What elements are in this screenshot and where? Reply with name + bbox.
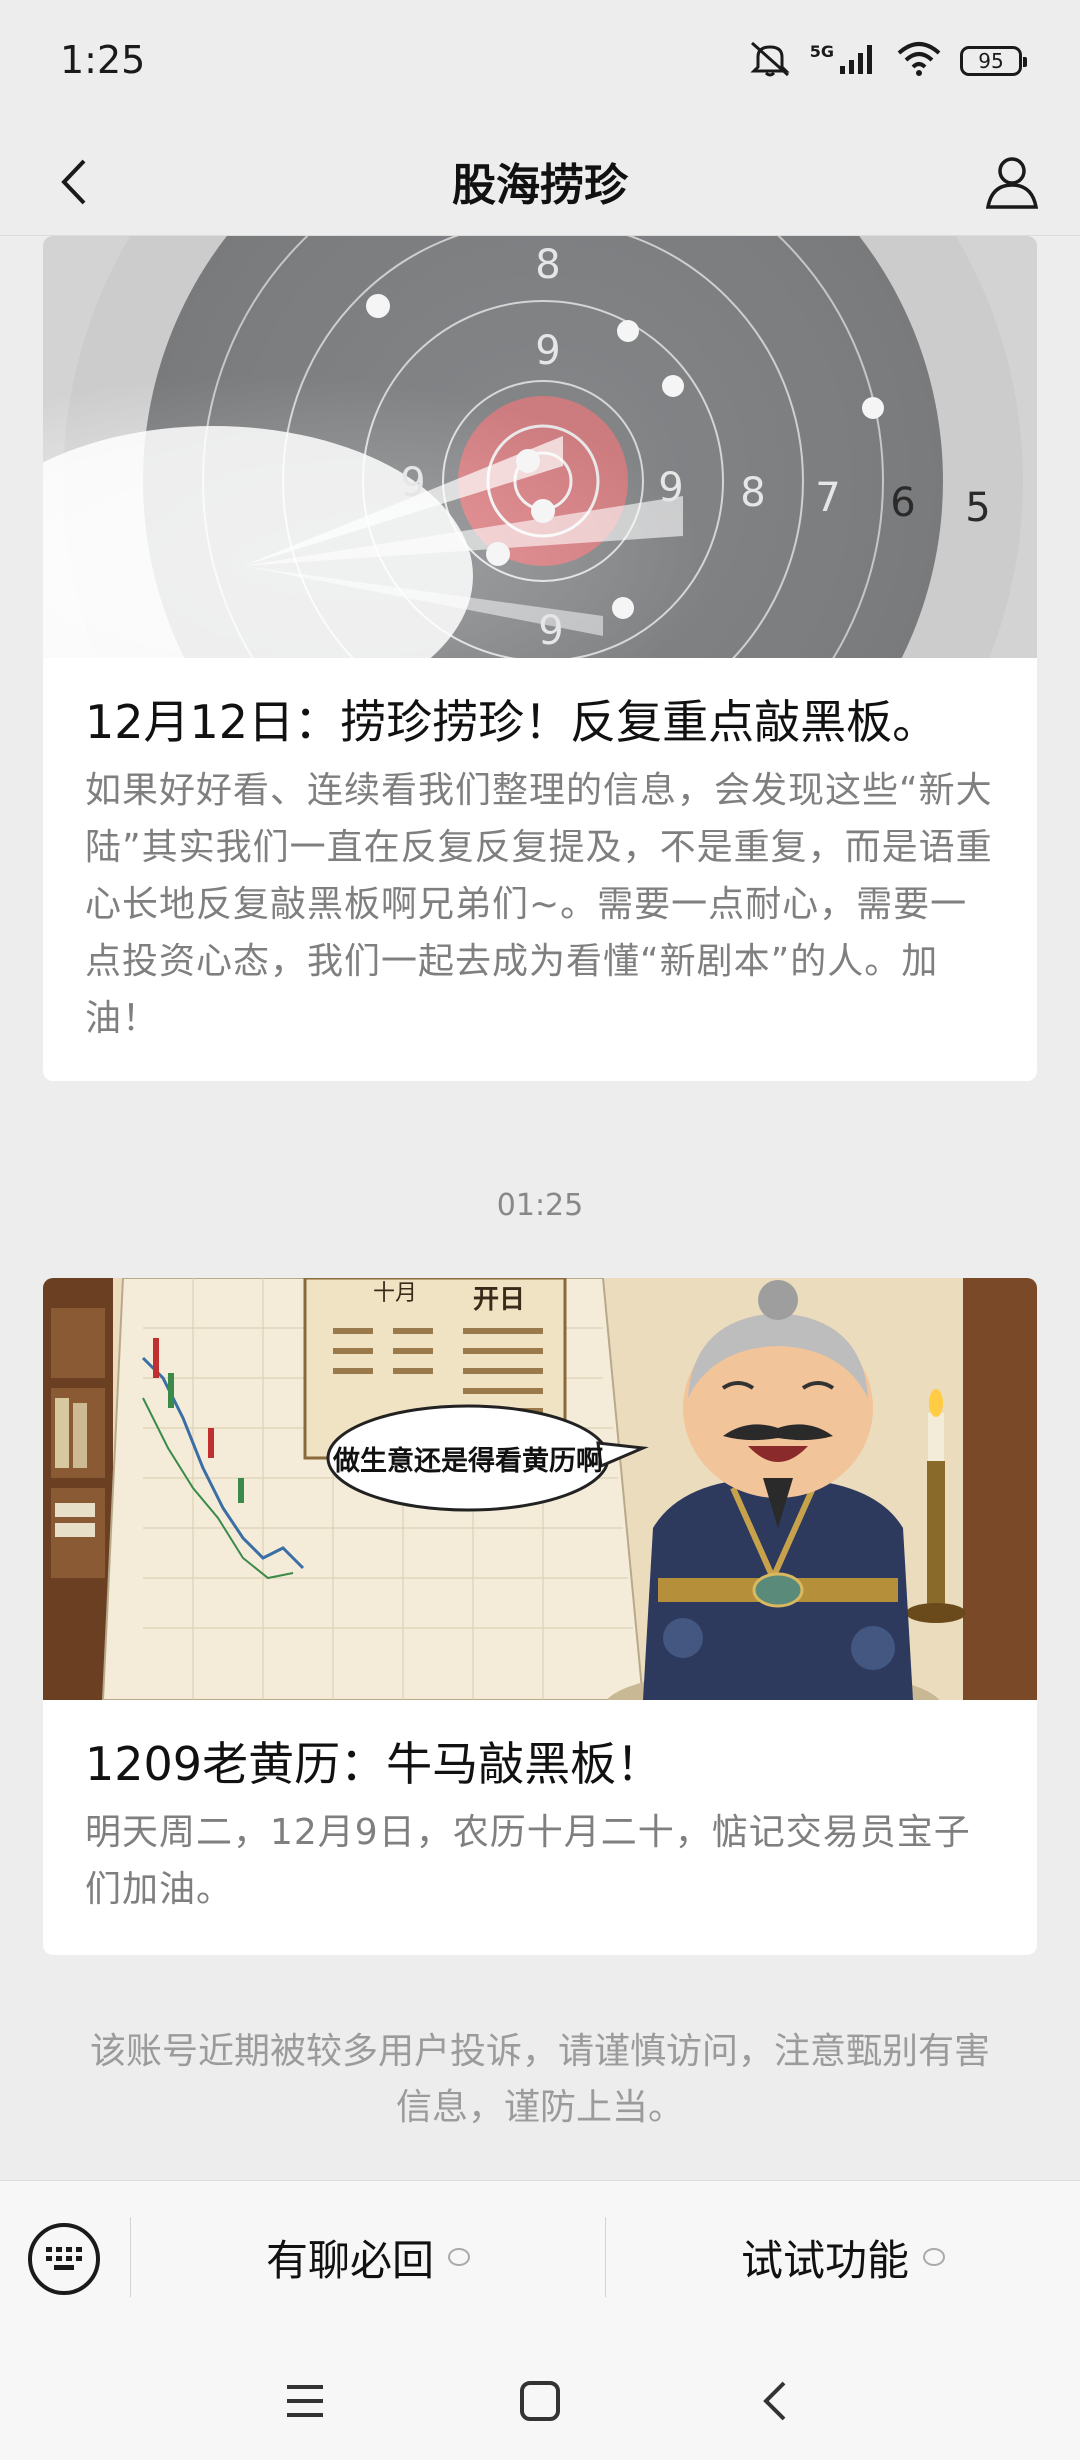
submenu-icon (923, 2248, 945, 2266)
recent-apps-button[interactable] (270, 2366, 340, 2436)
calendar-month-label: 十月 (373, 1281, 417, 1306)
wifi-icon (896, 41, 942, 81)
battery-level: 95 (978, 49, 1004, 73)
target-number: 9 (538, 608, 563, 654)
status-bar: 1:25 5G 95 (0, 0, 1080, 125)
chevron-left-icon (763, 2381, 786, 2421)
article-card[interactable]: 8 9 9 9 8 7 6 5 9 12月12日：捞珍捞珍！反复重点敲黑板。 如… (43, 236, 1037, 1081)
menu-item-try-features[interactable]: 试试功能 (606, 2217, 1080, 2297)
page-title: 股海捞珍 (452, 160, 628, 211)
system-nav-bar (0, 2334, 1080, 2460)
menu-item-label: 有聊必回 (265, 2235, 434, 2285)
target-number: 9 (535, 328, 560, 374)
nav-bar: 股海捞珍 (0, 125, 1080, 236)
submenu-icon (448, 2248, 470, 2266)
status-icons: 5G 95 (748, 36, 1027, 86)
target-shooting-image: 8 9 9 9 8 7 6 5 9 (43, 236, 1037, 658)
article-title: 1209老黄历：牛马敲黑板！ (85, 1737, 663, 1791)
system-back-button[interactable] (740, 2366, 810, 2436)
target-number: 9 (658, 465, 683, 511)
target-number: 7 (815, 475, 840, 521)
almanac-cartoon-image: 十月 开日 做生意还是得看黄历啊 (43, 1278, 1037, 1700)
target-number: 8 (535, 242, 560, 288)
menu-lines-icon (287, 2385, 323, 2417)
battery-icon: 95 (960, 46, 1027, 76)
target-number: 6 (890, 480, 915, 526)
signal-icon (838, 42, 878, 80)
menu-item-reply[interactable]: 有聊必回 (131, 2217, 605, 2297)
keyboard-toggle-button[interactable] (28, 2223, 100, 2295)
keyboard-icon (46, 2247, 82, 2270)
time-separator: 01:25 (496, 1188, 584, 1223)
profile-button[interactable] (972, 141, 1052, 221)
menu-item-label: 试试功能 (740, 2235, 909, 2285)
speech-bubble-text: 做生意还是得看黄历啊 (332, 1445, 603, 1477)
person-icon (985, 157, 1039, 209)
target-number: 5 (965, 485, 990, 531)
square-icon (520, 2381, 560, 2421)
article-title: 12月12日：捞珍捞珍！反复重点敲黑板。 (85, 695, 939, 749)
account-warning: 该账号近期被较多用户投诉，请谨慎访问，注意甄别有害信息，谨防上当。 (89, 2031, 990, 2128)
article-card[interactable]: 十月 开日 做生意还是得看黄历啊 1209老黄历：牛马敲黑板！ 明天周二，12月… (43, 1278, 1037, 1955)
article-summary: 如果好好看、连续看我们整理的信息，会发现这些“新大陆”其实我们一直在反复反复提及… (85, 770, 993, 1039)
status-time: 1:25 (60, 38, 146, 82)
network-label: 5G (809, 41, 834, 61)
calendar-day-label: 开日 (473, 1285, 525, 1315)
target-number: 9 (400, 460, 425, 506)
article-summary: 明天周二，12月9日，农历十月二十，惦记交易员宝子们加油。 (85, 1812, 971, 1910)
bottom-menu: 有聊必回 试试功能 (0, 2180, 1080, 2335)
target-number: 8 (740, 470, 765, 516)
home-button[interactable] (505, 2366, 575, 2436)
mute-icon (748, 39, 792, 83)
